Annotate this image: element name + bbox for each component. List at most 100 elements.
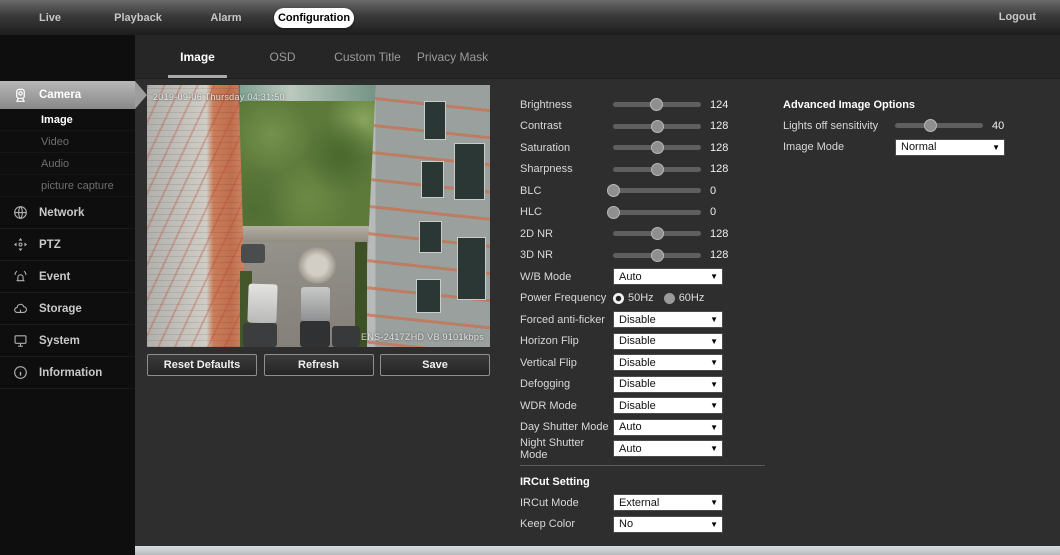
top-navigation: Live Playback Alarm Configuration Logout [0, 0, 1060, 35]
lights-off-sensitivity-slider[interactable] [895, 119, 983, 133]
setting-label: HLC [520, 206, 543, 219]
slider-value: 128 [710, 227, 729, 240]
setting-label: Sharpness [520, 163, 573, 176]
radio-power-frequency-50hz[interactable]: 50Hz [613, 292, 654, 304]
sidebar-item-information[interactable]: Information [0, 357, 135, 389]
slider-value: 40 [992, 119, 1005, 132]
slider-track [613, 188, 701, 194]
slider-value: 128 [710, 249, 729, 262]
sidebar-item-camera[interactable]: Camera [0, 81, 135, 109]
slider-thumb [607, 184, 620, 198]
blc-slider[interactable] [607, 184, 701, 198]
select-value: Auto [619, 270, 642, 283]
top-nav-configuration[interactable]: Configuration [274, 7, 354, 28]
preview-car [247, 283, 278, 324]
slider-thumb [651, 227, 665, 241]
information-icon [13, 365, 29, 381]
ircut-section: IRCut Setting IRCut Mode External ▼ Keep Co… [520, 472, 723, 535]
top-nav-alarm[interactable]: Alarm [182, 12, 270, 24]
slider-thumb [607, 205, 620, 219]
save-button[interactable]: Save [380, 354, 490, 376]
event-icon [13, 269, 29, 285]
day-shutter-mode-select[interactable]: Auto ▼ [613, 418, 723, 436]
tab-image[interactable]: Image [155, 35, 240, 78]
ptz-icon [13, 237, 29, 253]
setting-label: Forced anti-ficker [520, 313, 605, 326]
sidebar-subitem-picture-capture[interactable]: picture capture [0, 175, 135, 197]
setting-row-defogging: Defogging Disable ▼ [520, 374, 728, 396]
tab-osd[interactable]: OSD [240, 35, 325, 78]
horizontal-scrollbar[interactable] [0, 546, 1060, 555]
setting-label: Night Shutter Mode [520, 436, 585, 461]
sidebar-item-storage[interactable]: Storage [0, 293, 135, 325]
building-window [457, 236, 487, 300]
radio-power-frequency-60hz[interactable]: 60Hz [663, 292, 705, 305]
sidebar-item-network[interactable]: Network [0, 197, 135, 229]
w-b-mode-select[interactable]: Auto ▼ [613, 268, 723, 286]
storage-icon [13, 301, 29, 317]
sidebar-subitem-audio[interactable]: Audio [0, 153, 135, 175]
defogging-select[interactable]: Disable ▼ [613, 375, 723, 393]
slider-thumb [649, 98, 663, 112]
logout-button[interactable]: Logout [999, 11, 1036, 23]
keep-color-select[interactable]: No ▼ [613, 515, 723, 533]
sidebar-item-ptz[interactable]: PTZ [0, 229, 135, 261]
refresh-button[interactable]: Refresh [263, 354, 374, 376]
dropdown-arrow-icon: ▼ [710, 315, 718, 325]
setting-label: 3D NR [520, 249, 554, 262]
sidebar-item-label: Event [39, 270, 71, 283]
top-nav-playback[interactable]: Playback [94, 12, 182, 24]
3d-nr-slider[interactable] [613, 248, 701, 262]
system-icon [13, 333, 29, 349]
saturation-slider[interactable] [613, 141, 701, 155]
sidebar-subitem-image[interactable]: Image [0, 109, 135, 131]
image-mode-select[interactable]: Normal ▼ [895, 138, 1005, 156]
contrast-slider[interactable] [613, 119, 701, 133]
dropdown-arrow-icon: ▼ [710, 379, 718, 389]
select-value: Disable [619, 335, 656, 348]
dropdown-arrow-icon: ▼ [710, 401, 718, 411]
slider-track [613, 209, 701, 215]
setting-label: Saturation [520, 141, 571, 154]
reset-defaults-button[interactable]: Reset Defaults [147, 354, 257, 376]
tab-custom-title[interactable]: Custom Title [325, 35, 410, 78]
forced-anti-ficker-select[interactable]: Disable ▼ [613, 311, 723, 329]
setting-row-contrast: Contrast 128 [520, 116, 728, 138]
sidebar-item-label: Storage [39, 302, 82, 315]
setting-label: Power Frequency [520, 292, 607, 305]
select-value: No [619, 518, 634, 531]
setting-row-day-shutter-mode: Day Shutter Mode Auto ▼ [520, 417, 728, 439]
setting-label: Keep Color [520, 518, 576, 531]
hlc-slider[interactable] [607, 205, 701, 219]
setting-row-power-frequency: Power Frequency 50Hz 60Hz [520, 288, 728, 310]
slider-value: 128 [710, 163, 729, 176]
vertical-flip-select[interactable]: Disable ▼ [613, 354, 723, 372]
wdr-mode-select[interactable]: Disable ▼ [613, 397, 723, 415]
setting-label: Horizon Flip [520, 335, 579, 348]
select-value: Auto [619, 421, 642, 434]
dropdown-arrow-icon: ▼ [992, 142, 1000, 152]
setting-label: IRCut Mode [520, 496, 579, 509]
top-nav-live[interactable]: Live [6, 12, 94, 24]
select-value: Disable [619, 313, 656, 326]
tab-privacy-mask[interactable]: Privacy Mask [410, 35, 495, 78]
ircut-heading: IRCut Setting [520, 476, 590, 488]
ircut-mode-select[interactable]: External ▼ [613, 494, 723, 512]
setting-label: Lights off sensitivity [783, 119, 879, 132]
slider-value: 0 [710, 206, 717, 219]
sidebar-item-event[interactable]: Event [0, 261, 135, 293]
select-value: Normal [901, 141, 937, 154]
setting-label: Contrast [520, 120, 562, 133]
preview-camera-label: ENS-2417ZHD VB 9101kbps [361, 332, 484, 342]
brightness-slider[interactable] [613, 98, 701, 112]
advanced-section: Advanced Image Options Lights off sensit… [783, 94, 1005, 158]
content-area: Image OSD Custom Title Privacy Mask 2019… [135, 35, 1060, 555]
setting-row-ircut-mode: IRCut Mode External ▼ [520, 492, 723, 514]
night-shutter-mode-select[interactable]: Auto ▼ [613, 440, 723, 458]
sharpness-slider[interactable] [613, 162, 701, 176]
sidebar-subitem-video[interactable]: Video [0, 131, 135, 153]
sidebar-item-system[interactable]: System [0, 325, 135, 357]
2d-nr-slider[interactable] [613, 227, 701, 241]
radio-label: 60Hz [678, 292, 705, 305]
horizon-flip-select[interactable]: Disable ▼ [613, 332, 723, 350]
